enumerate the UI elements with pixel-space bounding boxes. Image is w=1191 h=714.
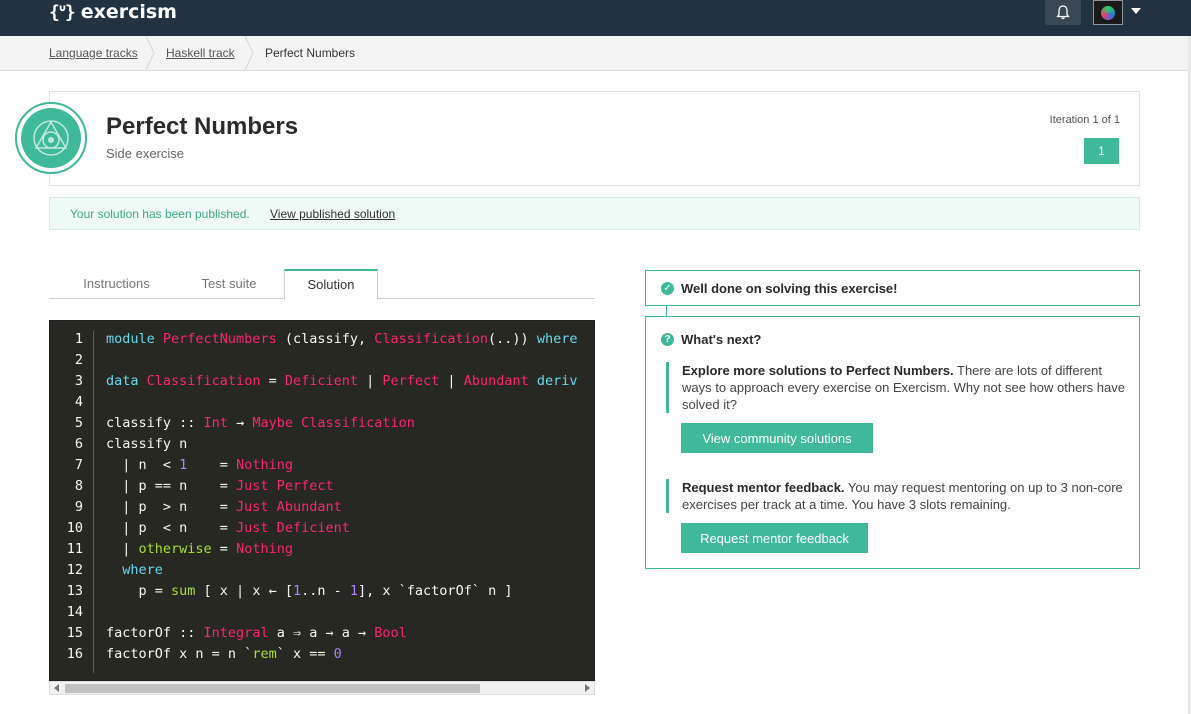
- code-text: module PerfectNumbers (classify, Classif…: [106, 331, 578, 347]
- code-line: 14: [50, 602, 594, 623]
- code-line: 9 | p > n = Just Abundant: [50, 497, 594, 518]
- line-number: 9: [74, 499, 83, 515]
- explore-section: Explore more solutions to Perfect Number…: [666, 362, 1126, 413]
- tab-test-suite[interactable]: Test suite: [179, 269, 279, 299]
- code-line: 1 module PerfectNumbers (classify, Classi…: [50, 329, 594, 350]
- code-text: | p == n = Just Perfect: [106, 478, 334, 494]
- horizontal-scrollbar[interactable]: [49, 681, 595, 695]
- line-number: 16: [66, 646, 83, 662]
- avatar-icon: [1101, 5, 1115, 20]
- scrollbar-thumb[interactable]: [65, 684, 480, 693]
- exercise-title: Perfect Numbers: [106, 113, 299, 140]
- line-number: 12: [66, 562, 83, 578]
- exercise-icon: [15, 102, 87, 174]
- breadcrumb-separator-icon: [244, 36, 254, 70]
- exercise-subtitle: Side exercise: [106, 146, 185, 161]
- scroll-right-icon[interactable]: [585, 684, 590, 692]
- iteration-1-button[interactable]: 1: [1084, 138, 1119, 164]
- code-text: where: [106, 562, 163, 578]
- solution-tabs: Instructions Test suite Solution: [49, 269, 595, 300]
- breadcrumb-separator-icon: [145, 36, 155, 70]
- request-mentor-feedback-button[interactable]: Request mentor feedback: [681, 523, 868, 553]
- published-notice: Your solution has been published. View p…: [49, 197, 1140, 230]
- exercism-logo[interactable]: {ᐡ} exercism: [49, 0, 177, 24]
- code-line: 16 factorOf x n = n `rem` x == 0: [50, 644, 594, 665]
- code-line: 4: [50, 392, 594, 413]
- question-circle-icon: ?: [661, 333, 674, 346]
- code-viewer[interactable]: 1 module PerfectNumbers (classify, Classi…: [49, 320, 595, 681]
- explore-heading: Explore more solutions to Perfect Number…: [682, 363, 954, 378]
- iteration-label: Iteration 1 of 1: [1049, 114, 1120, 126]
- line-number: 6: [74, 436, 83, 452]
- code-line: 13 p = sum [ x | x ← [1..n - 1], x `fact…: [50, 581, 594, 602]
- whats-next-box: ? What's next? Explore more solutions to…: [645, 316, 1140, 569]
- code-text: | p > n = Just Abundant: [106, 499, 342, 515]
- top-navbar: {ᐡ} exercism: [0, 0, 1191, 36]
- line-number: 8: [74, 478, 83, 494]
- code-text: factorOf x n = n `rem` x == 0: [106, 646, 342, 662]
- breadcrumb: Language tracks Haskell track Perfect Nu…: [0, 36, 1191, 71]
- user-avatar[interactable]: [1093, 0, 1123, 25]
- line-number: 13: [66, 583, 83, 599]
- code-line: 11 | otherwise = Nothing: [50, 539, 594, 560]
- code-text: classify n: [106, 436, 188, 452]
- well-done-box: ✓ Well done on solving this exercise!: [645, 270, 1140, 306]
- line-number: 4: [74, 394, 83, 410]
- code-text: | otherwise = Nothing: [106, 541, 293, 557]
- code-line: 7 | n < 1 = Nothing: [50, 455, 594, 476]
- logo-mark: {ᐡ}: [49, 1, 76, 23]
- code-line: 5 classify :: Int → Maybe Classification: [50, 413, 594, 434]
- notifications-button[interactable]: [1045, 0, 1081, 25]
- line-number: 5: [74, 415, 83, 431]
- check-circle-icon: ✓: [661, 282, 674, 295]
- code-text: factorOf :: Integral a ⇒ a → a → Bool: [106, 625, 407, 641]
- code-line: 3 data Classification = Deficient | Perfe…: [50, 371, 594, 392]
- line-number: 7: [74, 457, 83, 473]
- code-line: 10 | p < n = Just Deficient: [50, 518, 594, 539]
- code-lines: 1 module PerfectNumbers (classify, Classi…: [50, 329, 594, 665]
- breadcrumb-language-tracks[interactable]: Language tracks: [49, 36, 138, 70]
- view-community-solutions-button[interactable]: View community solutions: [681, 423, 873, 453]
- logo-text: exercism: [80, 1, 177, 23]
- line-number: 2: [74, 352, 83, 368]
- code-line: 8 | p == n = Just Perfect: [50, 476, 594, 497]
- whats-next-title: What's next?: [681, 332, 762, 347]
- line-number: 15: [66, 625, 83, 641]
- view-published-solution-link[interactable]: View published solution: [270, 207, 395, 221]
- breadcrumb-haskell-track[interactable]: Haskell track: [166, 36, 235, 70]
- code-line: 6 classify n: [50, 434, 594, 455]
- line-number: 11: [66, 541, 83, 557]
- tab-instructions[interactable]: Instructions: [64, 269, 169, 299]
- mentor-heading: Request mentor feedback.: [682, 480, 845, 495]
- mentor-section: Request mentor feedback. You may request…: [666, 479, 1126, 513]
- code-line: 12 where: [50, 560, 594, 581]
- line-number: 10: [66, 520, 83, 536]
- code-text: data Classification = Deficient | Perfec…: [106, 373, 578, 389]
- code-text: p = sum [ x | x ← [1..n - 1], x `factorO…: [106, 583, 513, 599]
- chevron-down-icon[interactable]: [1131, 8, 1141, 14]
- bell-icon: [1056, 5, 1070, 20]
- code-text: classify :: Int → Maybe Classification: [106, 415, 415, 431]
- notice-text: Your solution has been published.: [70, 207, 250, 221]
- well-done-title: Well done on solving this exercise!: [681, 281, 898, 296]
- code-line: 2: [50, 350, 594, 371]
- line-number: 14: [66, 604, 83, 620]
- line-number: 1: [74, 331, 83, 347]
- line-number: 3: [74, 373, 83, 389]
- scroll-left-icon[interactable]: [54, 684, 59, 692]
- code-text: | p < n = Just Deficient: [106, 520, 350, 536]
- code-text: | n < 1 = Nothing: [106, 457, 293, 473]
- code-line: 15 factorOf :: Integral a ⇒ a → a → Bool: [50, 623, 594, 644]
- breadcrumb-current: Perfect Numbers: [265, 46, 356, 60]
- panel-connector: [666, 306, 667, 316]
- tab-solution[interactable]: Solution: [284, 269, 378, 300]
